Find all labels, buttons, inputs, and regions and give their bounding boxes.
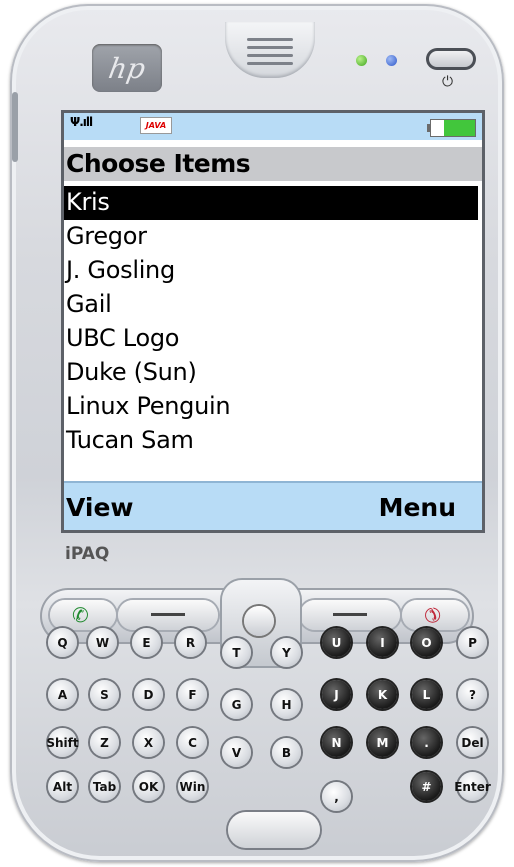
dpad-select-button[interactable] [244, 606, 274, 636]
hp-logo: hp [92, 44, 162, 92]
list-item[interactable]: UBC Logo [64, 322, 482, 356]
list-item[interactable]: Tucan Sam [64, 424, 482, 458]
java-badge: JAVA [140, 117, 172, 134]
battery-icon [427, 119, 476, 137]
key-f[interactable]: F [178, 680, 207, 709]
key-l[interactable]: L [412, 680, 441, 709]
list-item[interactable]: Gail [64, 288, 482, 322]
list-item[interactable]: J. Gosling [64, 254, 482, 288]
menu-softkey[interactable]: Menu [379, 493, 456, 522]
page-title: Choose Items [66, 149, 251, 178]
key-enter[interactable]: Enter [454, 772, 491, 801]
key-v[interactable]: V [222, 738, 251, 767]
left-soft-button[interactable] [118, 600, 218, 630]
key-b[interactable]: B [272, 738, 301, 767]
signal-antenna-icon: Ψ.ıll [70, 115, 93, 129]
space-key[interactable] [228, 812, 320, 848]
list-item[interactable]: Duke (Sun) [64, 356, 482, 390]
view-softkey[interactable]: View [66, 493, 134, 522]
power-icon: ⏻ [442, 74, 454, 90]
key-sym[interactable]: # [412, 772, 441, 801]
key-y[interactable]: Y [272, 638, 301, 667]
key-u[interactable]: U [322, 628, 351, 657]
key-tab[interactable]: Tab [90, 772, 119, 801]
key-sym[interactable]: . [412, 728, 441, 757]
key-k[interactable]: K [368, 680, 397, 709]
list-item[interactable]: Linux Penguin [64, 390, 482, 424]
phone-call-icon: ✆ [72, 603, 89, 627]
item-list: Kris Gregor J. Gosling Gail UBC Logo Duke (Su… [64, 186, 482, 458]
phone-screen: Ψ.ıll JAVA Choose Items Kris Gregor J. Gos… [64, 113, 482, 530]
key-shift[interactable]: Shift [46, 728, 79, 757]
key-n[interactable]: N [322, 728, 351, 757]
key-ok[interactable]: OK [134, 772, 163, 801]
key-t[interactable]: T [222, 638, 251, 667]
list-item[interactable]: Kris [64, 186, 478, 220]
right-soft-button[interactable] [300, 600, 400, 630]
status-bar: Ψ.ıll JAVA [64, 113, 482, 140]
key-e[interactable]: E [132, 628, 161, 657]
title-bar: Choose Items [64, 147, 482, 181]
key-p[interactable]: P [458, 628, 487, 657]
end-call-button[interactable]: ✆ [402, 600, 468, 630]
model-label: iPAQ [65, 544, 110, 564]
key-del[interactable]: Del [458, 728, 487, 757]
key-h[interactable]: H [272, 690, 301, 719]
key-a[interactable]: A [48, 680, 77, 709]
speaker-grille [225, 22, 315, 78]
key-d[interactable]: D [134, 680, 163, 709]
green-led-icon [356, 55, 367, 66]
phone-hangup-icon: ✆ [417, 600, 447, 630]
key-c[interactable]: C [178, 728, 207, 757]
key-o[interactable]: O [412, 628, 441, 657]
side-button[interactable] [12, 92, 18, 162]
key-alt[interactable]: Alt [48, 772, 77, 801]
key-g[interactable]: G [222, 690, 251, 719]
key-r[interactable]: R [176, 628, 205, 657]
softkey-bar: View Menu [64, 481, 482, 530]
key-win[interactable]: Win [178, 772, 207, 801]
key-sym[interactable]: ? [458, 680, 487, 709]
list-item[interactable]: Gregor [64, 220, 482, 254]
key-m[interactable]: M [368, 728, 397, 757]
power-button[interactable] [426, 48, 476, 70]
key-w[interactable]: W [88, 628, 117, 657]
key-sym[interactable]: , [322, 782, 351, 811]
key-j[interactable]: J [322, 680, 351, 709]
key-q[interactable]: Q [48, 628, 77, 657]
key-i[interactable]: I [368, 628, 397, 657]
key-z[interactable]: Z [90, 728, 119, 757]
key-s[interactable]: S [90, 680, 119, 709]
blue-led-icon [386, 55, 397, 66]
call-button[interactable]: ✆ [50, 600, 116, 630]
key-x[interactable]: X [134, 728, 163, 757]
